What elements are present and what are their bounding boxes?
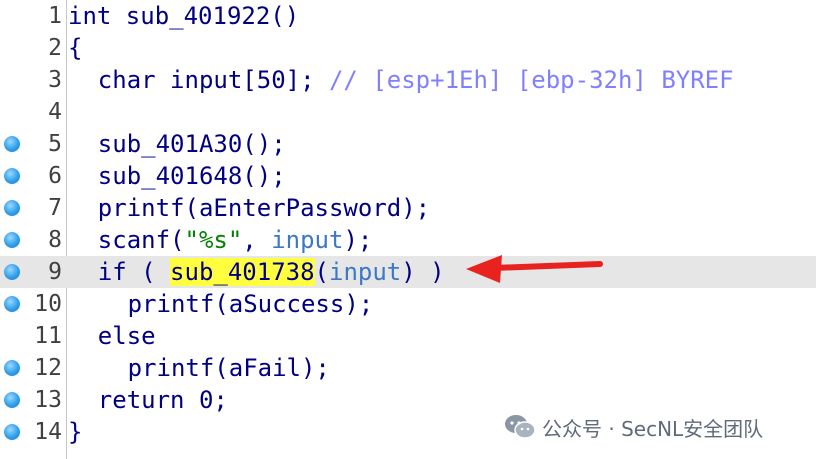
watermark-text: 公众号 · SecNL安全团队 [542, 416, 764, 441]
arrow-shaft [491, 261, 603, 271]
arrow-head [466, 255, 502, 283]
watermark: 公众号 · SecNL安全团队 [504, 410, 763, 444]
wechat-icon [505, 415, 536, 439]
annotation-arrow [466, 255, 603, 283]
pseudocode-viewer[interactable]: 1 int sub_401922() 2{3 char input[50]; // [… [0, 0, 816, 459]
